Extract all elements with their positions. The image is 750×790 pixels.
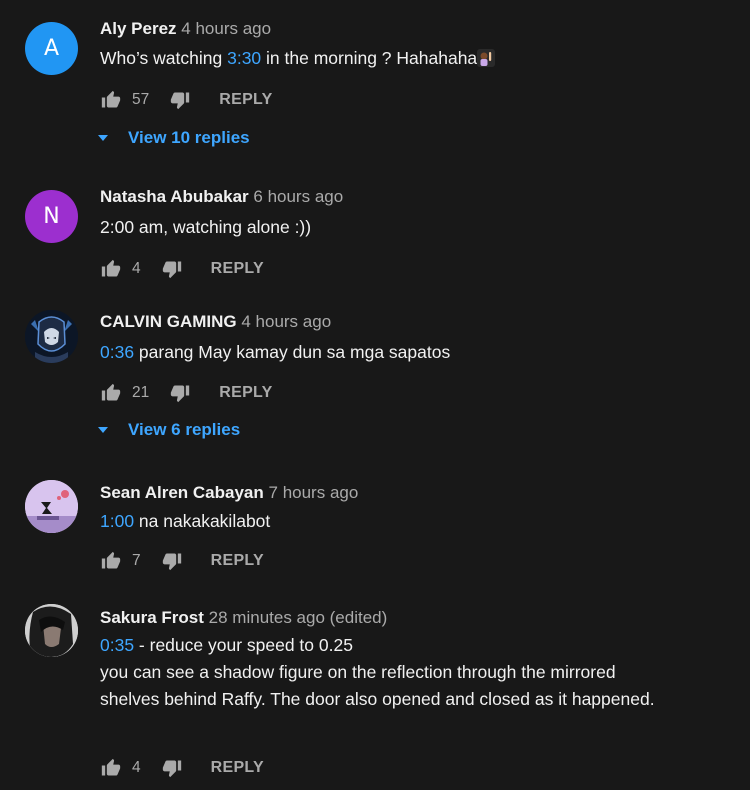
sakura-frost-avatar — [25, 604, 78, 657]
comment-text: Who’s watching 3:30 in the morning ? Hah… — [100, 45, 660, 72]
comment-time[interactable]: 6 hours ago — [253, 187, 343, 206]
reply-button[interactable]: REPLY — [219, 384, 272, 402]
thumbs-up-icon — [101, 90, 121, 108]
reply-button[interactable]: REPLY — [211, 552, 264, 570]
like-button[interactable] — [100, 382, 122, 404]
comment-header: Natasha Abubakar 6 hours ago — [100, 187, 343, 207]
view-replies-label: View 6 replies — [128, 420, 241, 439]
view-replies-label: View 10 replies — [128, 128, 250, 147]
thumbs-up-icon — [101, 259, 121, 277]
comment-text: 1:00 na nakakakilabot — [100, 508, 660, 535]
avatar-letter: A — [43, 36, 60, 61]
sean-alren-avatar — [25, 480, 78, 533]
timestamp-link[interactable]: 0:35 — [100, 635, 134, 655]
comment-thread: Sean Alren Cabayan 7 hours ago 1:00 na n… — [0, 467, 750, 587]
view-replies-button[interactable]: View 10 replies — [98, 127, 250, 149]
avatar[interactable] — [25, 310, 78, 363]
comment-text-body: in the morning ? Hahahaha — [261, 48, 478, 68]
caret-down-icon — [98, 135, 108, 141]
dislike-button[interactable] — [169, 89, 191, 111]
author-name[interactable]: CALVIN GAMING — [100, 312, 237, 331]
thumbs-up-icon — [101, 758, 121, 776]
comment-text-line: 0:35 - reduce your speed to 0.25 — [100, 632, 660, 659]
comment-text: 0:35 - reduce your speed to 0.25 you can… — [100, 632, 660, 713]
thumbs-down-icon — [171, 385, 190, 403]
comment-header: Sakura Frost 28 minutes ago (edited) — [100, 608, 387, 628]
like-button[interactable] — [100, 550, 122, 572]
author-name[interactable]: Natasha Abubakar — [100, 187, 249, 206]
like-button[interactable] — [100, 258, 122, 280]
comment-actions: 4 REPLY — [100, 258, 264, 280]
dislike-button[interactable] — [161, 550, 183, 572]
comment-time[interactable]: 4 hours ago — [241, 312, 331, 331]
reply-button[interactable]: REPLY — [211, 260, 264, 278]
author-name[interactable]: Sakura Frost — [100, 608, 204, 627]
comment-actions: 21 REPLY — [100, 382, 273, 404]
comment-actions: 7 REPLY — [100, 550, 264, 572]
comment-actions: 4 REPLY — [100, 757, 264, 779]
comment-text-body: na nakakakilabot — [134, 511, 271, 531]
like-button[interactable] — [100, 89, 122, 111]
comment-thread: A Aly Perez 4 hours ago Who’s watching 3… — [0, 0, 750, 160]
comment-text-body: parang May kamay dun sa mga sapatos — [134, 342, 451, 362]
comment-actions: 57 REPLY — [100, 89, 273, 111]
comment-header: Sean Alren Cabayan 7 hours ago — [100, 483, 358, 503]
comment-thread: CALVIN GAMING 4 hours ago 0:36 parang Ma… — [0, 298, 750, 453]
comment-header: Aly Perez 4 hours ago — [100, 19, 271, 39]
like-count: 7 — [132, 552, 141, 569]
avatar[interactable]: A — [25, 22, 78, 75]
person-raising-hand-emoji — [477, 49, 496, 67]
comment-text: 0:36 parang May kamay dun sa mga sapatos — [100, 339, 660, 366]
author-name[interactable]: Sean Alren Cabayan — [100, 483, 264, 502]
comment-time[interactable]: 28 minutes ago (edited) — [209, 608, 388, 627]
calvin-gaming-avatar — [25, 310, 78, 363]
like-button[interactable] — [100, 757, 122, 779]
thumbs-up-icon — [101, 383, 121, 401]
like-count: 57 — [132, 91, 150, 108]
thumbs-down-icon — [171, 92, 190, 110]
thumbs-down-icon — [162, 760, 181, 778]
dislike-button[interactable] — [161, 258, 183, 280]
comment-time[interactable]: 7 hours ago — [269, 483, 359, 502]
comment-header: CALVIN GAMING 4 hours ago — [100, 312, 331, 332]
reply-button[interactable]: REPLY — [219, 91, 272, 109]
thumbs-up-icon — [101, 551, 121, 569]
reply-button[interactable]: REPLY — [211, 759, 264, 777]
like-count: 4 — [132, 759, 141, 776]
view-replies-button[interactable]: View 6 replies — [98, 419, 240, 441]
dislike-button[interactable] — [169, 382, 191, 404]
avatar-letter: N — [43, 204, 60, 229]
comment-time[interactable]: 4 hours ago — [181, 19, 271, 38]
comment-thread: N Natasha Abubakar 6 hours ago 2:00 am, … — [0, 170, 750, 290]
thumbs-down-icon — [162, 553, 181, 571]
comment-text-body: - reduce your speed to 0.25 — [134, 635, 353, 655]
author-name[interactable]: Aly Perez — [100, 19, 177, 38]
timestamp-link[interactable]: 3:30 — [227, 48, 261, 68]
caret-down-icon — [98, 427, 108, 433]
dislike-button[interactable] — [161, 757, 183, 779]
like-count: 21 — [132, 384, 150, 401]
avatar[interactable]: N — [25, 190, 78, 243]
comment-text: 2:00 am, watching alone :)) — [100, 217, 312, 237]
comment-thread: Sakura Frost 28 minutes ago (edited) 0:3… — [0, 592, 750, 790]
thumbs-down-icon — [162, 261, 181, 279]
avatar[interactable] — [25, 604, 78, 657]
timestamp-link[interactable]: 1:00 — [100, 511, 134, 531]
like-count: 4 — [132, 260, 141, 277]
avatar[interactable] — [25, 480, 78, 533]
comment-text-prefix: Who’s watching — [100, 48, 228, 68]
timestamp-link[interactable]: 0:36 — [100, 342, 134, 362]
comment-text-rest: you can see a shadow figure on the refle… — [100, 662, 655, 709]
